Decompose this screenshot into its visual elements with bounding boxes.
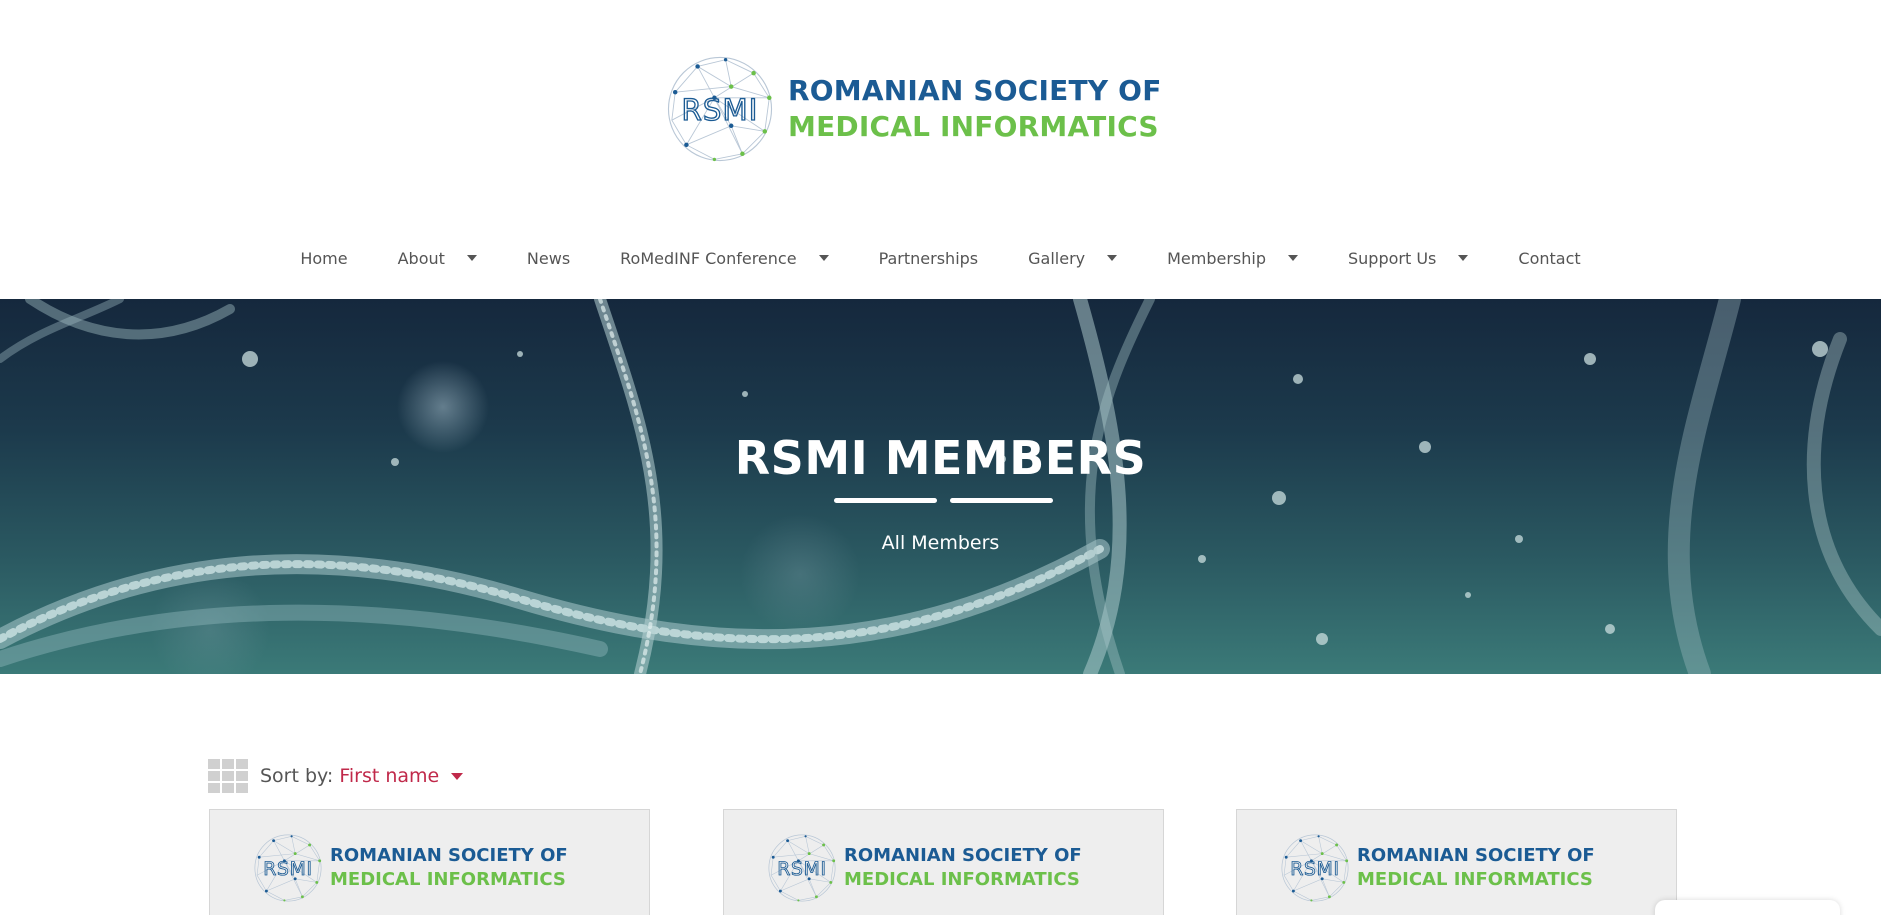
dna-helix-background [0,299,1881,674]
nav-item-news[interactable]: News [502,249,595,268]
card-logo-line-1: ROMANIAN SOCIETY OF [330,845,568,866]
member-card-logo: ROMANIAN SOCIETY OF MEDICAL INFORMATICS [252,832,568,904]
globe-logo-icon [766,832,838,904]
nav-label: News [526,248,571,268]
member-card-logo: ROMANIAN SOCIETY OF MEDICAL INFORMATICS [766,832,1082,904]
members-toolbar: Sort by: First name [208,758,464,794]
nav-label: RoMedINF Conference [620,248,797,268]
nav-label: Contact [1518,248,1581,268]
sort-dropdown[interactable]: First name [339,765,439,787]
globe-logo-icon [252,832,324,904]
nav-label: Home [300,248,348,268]
title-underline-left [834,498,937,503]
logo-line-2: MEDICAL INFORMATICS [788,110,1159,143]
sort-caret-down-icon[interactable] [451,772,464,780]
member-card[interactable]: ROMANIAN SOCIETY OF MEDICAL INFORMATICS [1236,809,1677,915]
nav-item-gallery[interactable]: Gallery [1003,249,1142,268]
card-logo-line-2: MEDICAL INFORMATICS [1357,869,1593,890]
site-logo[interactable]: ROMANIAN SOCIETY OF MEDICAL INFORMATICS [664,52,1162,166]
caret-down-icon [466,255,477,261]
nav-label: About [397,248,445,268]
sort-label: Sort by: [260,765,334,787]
page-subtitle: All Members [881,532,1000,554]
nav-label: Partnerships [878,248,979,268]
site-header: ROMANIAN SOCIETY OF MEDICAL INFORMATICS … [0,0,1881,299]
nav-label: Support Us [1348,248,1437,268]
nav-item-romedinf-conference[interactable]: RoMedINF Conference [595,249,853,268]
grid-view-icon[interactable] [208,759,248,793]
title-underline-right [950,498,1053,503]
nav-item-partnerships[interactable]: Partnerships [854,249,1004,268]
nav-item-about[interactable]: About [373,249,502,268]
nav-item-home[interactable]: Home [275,249,372,268]
member-card[interactable]: ROMANIAN SOCIETY OF MEDICAL INFORMATICS [209,809,650,915]
globe-logo-icon [664,53,776,165]
caret-down-icon [1458,255,1469,261]
logo-line-1: ROMANIAN SOCIETY OF [788,74,1162,107]
nav-label: Gallery [1028,248,1086,268]
nav-label: Membership [1167,248,1266,268]
main-nav: Home About News RoMedINF Conference Part… [0,240,1881,276]
caret-down-icon [818,255,829,261]
globe-logo-icon [1279,832,1351,904]
logo-text: ROMANIAN SOCIETY OF MEDICAL INFORMATICS [788,73,1162,145]
card-logo-line-2: MEDICAL INFORMATICS [844,869,1080,890]
member-card[interactable]: ROMANIAN SOCIETY OF MEDICAL INFORMATICS [723,809,1164,915]
caret-down-icon [1107,255,1118,261]
page-hero: RSMI MEMBERS All Members [0,299,1881,674]
nav-item-contact[interactable]: Contact [1493,249,1605,268]
chat-widget-tab[interactable] [1655,900,1840,915]
card-logo-line-2: MEDICAL INFORMATICS [330,869,566,890]
nav-item-membership[interactable]: Membership [1142,249,1323,268]
member-card-logo: ROMANIAN SOCIETY OF MEDICAL INFORMATICS [1279,832,1595,904]
page-title: RSMI MEMBERS [734,431,1147,485]
caret-down-icon [1288,255,1298,261]
card-logo-line-1: ROMANIAN SOCIETY OF [844,845,1082,866]
nav-item-support-us[interactable]: Support Us [1323,249,1493,268]
card-logo-line-1: ROMANIAN SOCIETY OF [1357,845,1595,866]
